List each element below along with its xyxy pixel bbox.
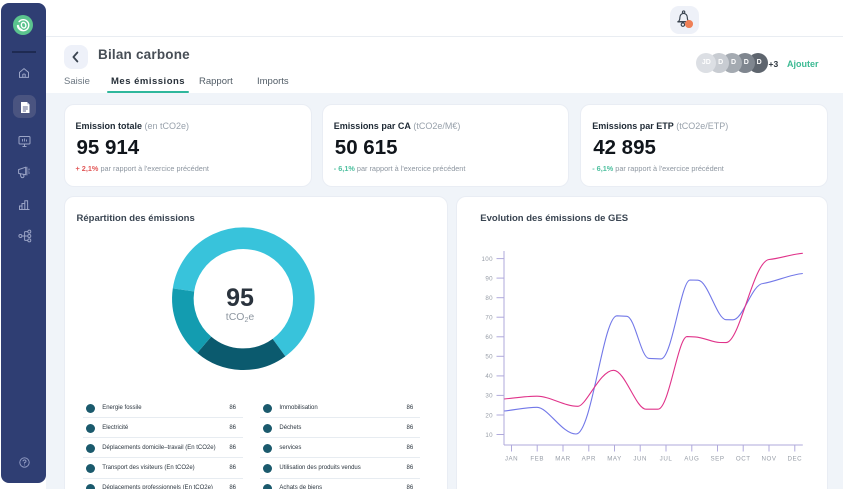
svg-text:10: 10: [485, 432, 493, 439]
svg-text:JUL: JUL: [660, 456, 673, 463]
svg-text:NOV: NOV: [761, 456, 776, 463]
svg-text:SEP: SEP: [710, 456, 724, 463]
svg-text:40: 40: [485, 373, 493, 380]
svg-text:100: 100: [481, 256, 493, 263]
svg-text:AUG: AUG: [684, 456, 699, 463]
svg-text:70: 70: [485, 315, 493, 322]
svg-text:90: 90: [485, 275, 493, 282]
svg-text:FEB: FEB: [530, 456, 544, 463]
svg-text:MAR: MAR: [555, 456, 570, 463]
svg-text:DEC: DEC: [787, 456, 802, 463]
svg-text:30: 30: [485, 393, 493, 400]
svg-text:JUN: JUN: [633, 456, 647, 463]
svg-text:80: 80: [485, 295, 493, 302]
svg-text:20: 20: [485, 412, 493, 419]
svg-text:MAY: MAY: [607, 456, 622, 463]
svg-text:60: 60: [485, 334, 493, 341]
svg-text:50: 50: [485, 354, 493, 361]
svg-text:OCT: OCT: [736, 456, 751, 463]
svg-text:JAN: JAN: [505, 456, 518, 463]
svg-text:APR: APR: [582, 456, 596, 463]
